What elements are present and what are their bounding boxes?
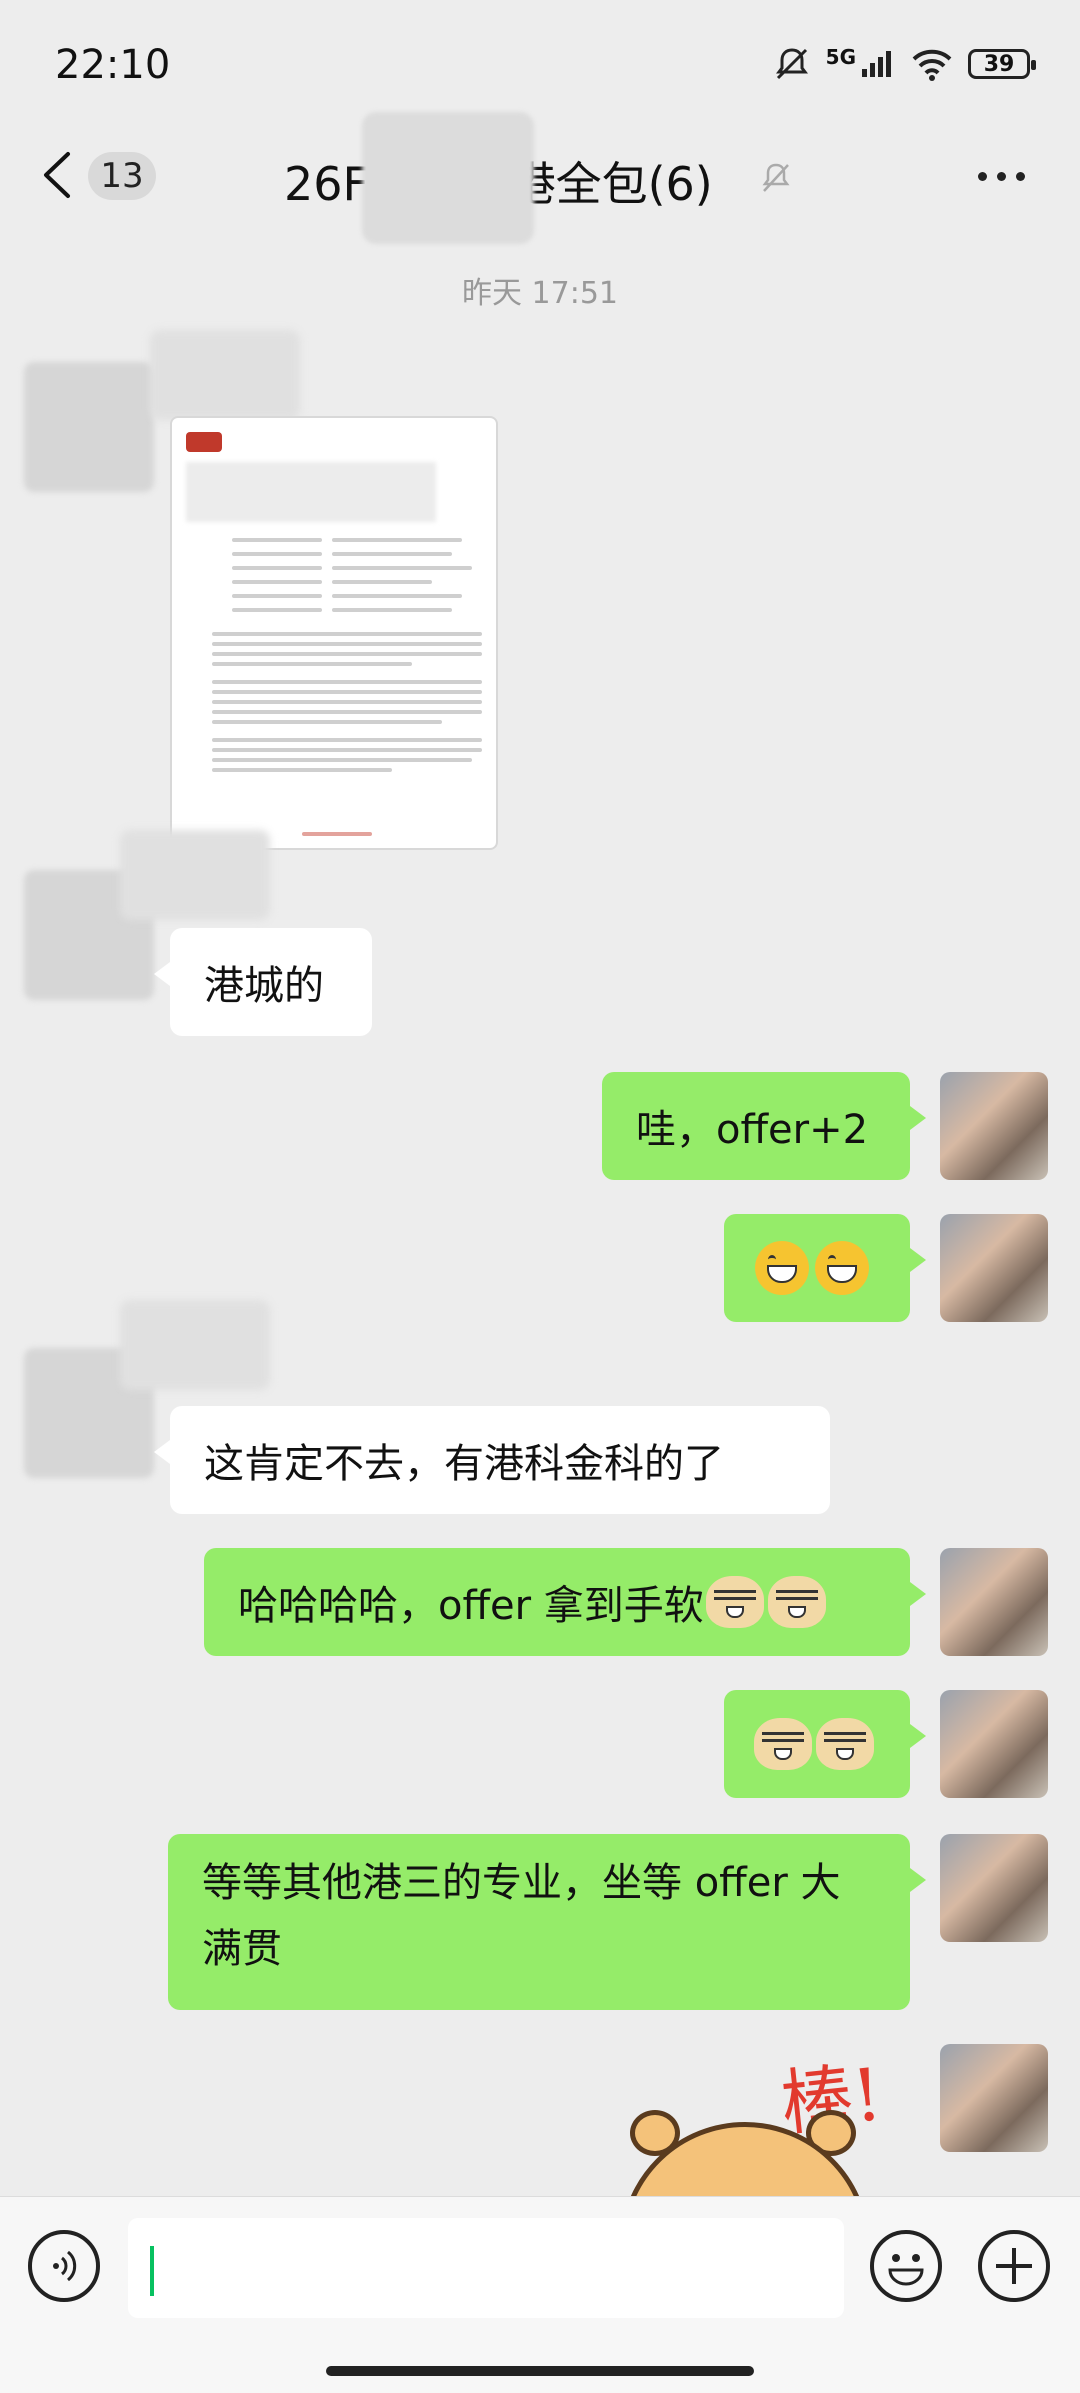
wifi-icon <box>912 49 952 81</box>
unread-count-badge[interactable]: 13 <box>88 152 156 200</box>
status-icons: 5G 39 <box>772 44 1036 84</box>
message-bubble-received[interactable]: 这肯定不去，有港科金科的了 <box>154 1406 830 1514</box>
sender-avatar-redacted[interactable] <box>24 362 154 492</box>
voice-input-button[interactable] <box>28 2230 100 2302</box>
my-avatar[interactable] <box>940 1072 1048 1180</box>
message-input[interactable] <box>128 2218 844 2318</box>
doge-emoji-icon <box>705 1576 764 1628</box>
dot-icon <box>997 172 1006 181</box>
voice-icon <box>53 2250 77 2282</box>
signal-icon <box>862 51 891 77</box>
message-bubble-sent[interactable]: 等等其他港三的专业，坐等 offer 大满贯 <box>168 1834 926 2010</box>
document-logo <box>186 432 222 452</box>
doge-emoji-icon <box>754 1718 812 1770</box>
chat-title-prefix: 26F <box>284 157 369 211</box>
my-avatar[interactable] <box>940 1834 1048 1942</box>
dot-icon <box>1016 172 1025 181</box>
doge-emoji-icon <box>767 1576 826 1628</box>
smiley-icon <box>888 2254 924 2286</box>
home-indicator[interactable] <box>326 2366 754 2376</box>
back-chevron-icon[interactable] <box>38 150 78 200</box>
battery-level: 39 <box>983 51 1015 77</box>
message-bubble-received[interactable]: 港城的 <box>154 928 372 1036</box>
dot-icon <box>978 172 987 181</box>
message-bubble-sent[interactable]: 哈哈哈哈，offer 拿到手软 <box>204 1548 926 1656</box>
sender-name-redacted <box>120 830 270 920</box>
hamster-sticker[interactable] <box>610 2100 880 2196</box>
sender-name-redacted <box>120 1300 270 1390</box>
grin-emoji-icon <box>755 1241 809 1295</box>
status-bar: 22:10 5G 39 <box>0 0 1080 130</box>
mute-notification-icon <box>775 48 808 80</box>
more-options-button[interactable] <box>978 172 1025 181</box>
plus-icon <box>996 2248 1032 2284</box>
chat-timestamp: 昨天 17:51 <box>462 276 618 311</box>
emoji-message-sent[interactable] <box>724 1214 926 1322</box>
sender-name-redacted <box>150 330 300 420</box>
my-avatar[interactable] <box>940 1214 1048 1322</box>
more-actions-button[interactable] <box>978 2230 1050 2302</box>
grin-emoji-icon <box>815 1241 869 1295</box>
network-label: 5G <box>825 45 856 69</box>
status-time: 22:10 <box>55 42 171 88</box>
message-text: 哈哈哈哈，offer 拿到手软 <box>238 1583 704 1629</box>
redacted-title-blur <box>362 112 534 244</box>
document-header-blur <box>186 462 436 522</box>
my-avatar[interactable] <box>940 2044 1048 2152</box>
message-bubble-sent[interactable]: 哇，offer+2 <box>602 1072 926 1180</box>
emoji-button[interactable] <box>870 2230 942 2302</box>
my-avatar[interactable] <box>940 1690 1048 1798</box>
my-avatar[interactable] <box>940 1548 1048 1656</box>
muted-bell-icon <box>762 163 790 192</box>
document-preview[interactable] <box>170 416 498 850</box>
emoji-message-sent[interactable] <box>724 1690 926 1798</box>
text-cursor <box>150 2246 154 2296</box>
doge-emoji-icon <box>816 1718 874 1770</box>
battery-icon: 39 <box>968 49 1036 79</box>
